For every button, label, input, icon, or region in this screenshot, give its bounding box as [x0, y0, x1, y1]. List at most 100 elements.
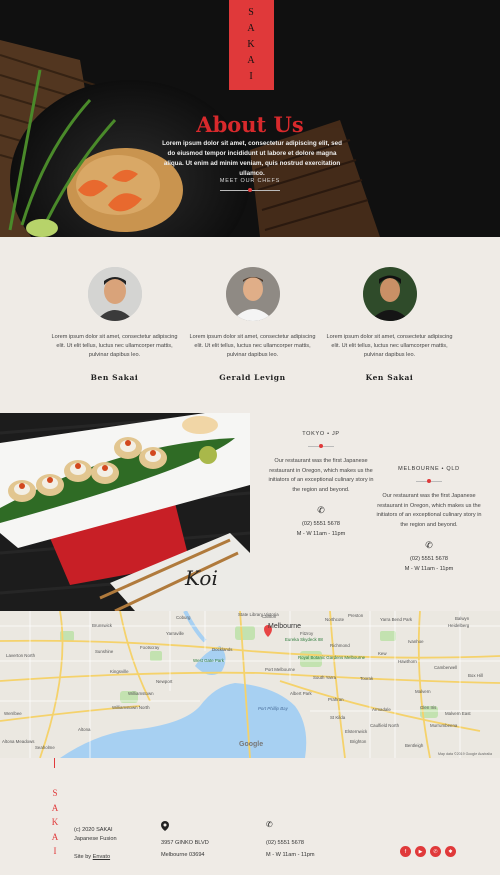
map-label: Malvern — [415, 689, 431, 694]
location-description: Our restaurant was the first Japanese re… — [376, 493, 482, 528]
google-logo: Google — [239, 741, 264, 748]
map-label: Richmond — [330, 643, 350, 648]
location-description: Our restaurant was the first Japanese re… — [268, 458, 374, 493]
map-label: Footscray — [140, 645, 160, 650]
footer-tagline: Japanese Fusion — [74, 836, 117, 842]
chef-bio: Lorem ipsum dolor sit amet, consectetur … — [326, 334, 453, 358]
map-label: Malvern East — [445, 711, 471, 716]
map-label: Hawthorn — [398, 659, 417, 664]
map-label: Kingsville — [110, 669, 129, 674]
page-title: About Us — [196, 112, 304, 137]
map-label: Prahran — [328, 697, 344, 702]
map-label: South Yarra — [313, 675, 337, 680]
map-label: Box Hill — [468, 673, 483, 678]
map-label: Elsternwick — [345, 729, 368, 734]
logo-letter: S — [52, 788, 58, 798]
map-label-city: Melbourne — [268, 623, 302, 630]
map-label: Yarra Bend Park — [380, 617, 413, 622]
phone-icon: ✆ — [317, 505, 325, 515]
map-label: Yarraville — [166, 631, 184, 636]
location-card-melbourne: MELBOURNE • QLD Our restaurant was the f… — [374, 466, 484, 572]
chef-name: Gerald Levign — [219, 373, 286, 382]
map-label: Fitzroy — [300, 631, 314, 636]
location-hours: M - W 11am - 11pm — [404, 566, 454, 572]
map-label: Balwyn — [455, 616, 470, 621]
map-label: Caulfield North — [370, 723, 400, 728]
map-label: Glen Iris — [420, 705, 437, 710]
map-label: Albert Park — [290, 691, 312, 696]
map-credit[interactable]: Map data ©2019 Google Australia — [438, 752, 492, 756]
avatar — [226, 267, 280, 321]
location-divider — [266, 443, 376, 451]
map-label: Williamstown North — [112, 705, 150, 710]
location-city: MELBOURNE • QLD — [398, 466, 460, 472]
logo-letter: K — [247, 39, 256, 50]
location-card-tokyo: TOKYO • JP Our restaurant was the first … — [266, 431, 376, 537]
map-label: Brighton — [350, 739, 367, 744]
footer-address: 3957 GINKO BLVD Melbourne 03694 — [161, 839, 209, 860]
location-phone[interactable]: (02) 5551 5678 — [374, 556, 484, 562]
map-label: Laverton North — [6, 653, 36, 658]
map-label: Heidelberg — [448, 623, 470, 628]
chef-name: Ken Sakai — [365, 373, 414, 382]
location-map[interactable]: Brunswick Coburg Ivanhoe Heidelberg Kew … — [0, 611, 500, 758]
footer-accent-line — [54, 758, 55, 768]
location-pin-icon — [161, 821, 169, 833]
map-label: St Kilda — [330, 715, 346, 720]
phone-icon: ✆ — [425, 540, 433, 550]
location-city: TOKYO • JP — [302, 431, 340, 437]
map-label: Altona Meadows — [2, 739, 35, 744]
map-label: Seaholme — [35, 745, 55, 750]
site-by-prefix: Site by — [74, 854, 93, 860]
footer-phone[interactable]: (02) 5551 5678 — [266, 839, 315, 848]
map-label: Camberwell — [434, 665, 458, 670]
logo-letter: A — [51, 831, 59, 842]
youtube-icon[interactable]: ▶ — [415, 846, 426, 857]
logo-letter: I — [53, 846, 57, 856]
envato-link[interactable]: Envato — [93, 854, 110, 860]
map-label: Port Melbourne — [265, 667, 296, 672]
map-label: Northcote — [325, 617, 345, 622]
map-label: Sunshine — [95, 649, 114, 654]
map-label: Williamstown — [128, 691, 154, 696]
logo-letter: A — [247, 23, 256, 34]
map-label: West Gate Park — [193, 658, 224, 663]
location-phone[interactable]: (02) 5551 5678 — [266, 521, 376, 527]
map-label: Docklands — [212, 647, 233, 652]
hero-section: S A K A I About Us Lorem ipsum dolor sit… — [0, 0, 500, 237]
chef-name: Ben Sakai — [90, 373, 139, 382]
footer-credit: Site by Envato — [74, 853, 117, 862]
map-label: Preston — [348, 613, 364, 618]
locations-section: Koi TOKYO • JP Our restaurant was the fi… — [0, 413, 500, 611]
footer-copyright: (c) 2020 SAKAI — [74, 827, 113, 833]
map-label: Port Phillip Bay — [258, 706, 288, 711]
sushi-photo: Koi — [0, 413, 250, 611]
footer-logo[interactable]: S A K A I — [50, 786, 60, 859]
footer-info: (c) 2020 SAKAI Japanese Fusion Site by E… — [74, 826, 117, 862]
map-label: Eureka Skydeck 88 — [285, 637, 323, 642]
map-label: Royal Botanic Gardens Melbourne — [298, 655, 366, 660]
avatar — [363, 267, 417, 321]
cta-divider-dot — [248, 188, 252, 192]
map-label: State Library Victoria — [238, 612, 279, 617]
facebook-icon[interactable]: f — [400, 846, 411, 857]
map-canvas[interactable] — [0, 611, 500, 758]
map-label: Werribee — [4, 711, 22, 716]
map-label: Bentleigh — [405, 743, 424, 748]
chef-bio: Lorem ipsum dolor sit amet, consectetur … — [189, 334, 316, 358]
brand-logo[interactable]: S A K A I — [229, 0, 274, 90]
yelp-icon[interactable]: ✱ — [445, 846, 456, 857]
site-footer: S A K A I (c) 2020 SAKAI Japanese Fusion… — [0, 758, 500, 875]
hero-intro-text: Lorem ipsum dolor sit amet, consectetur … — [162, 140, 342, 177]
footer-contact: (02) 5551 5678 M - W 11am - 11pm — [266, 839, 315, 860]
phone-icon: ✆ — [266, 820, 273, 829]
map-label: Newport — [156, 679, 173, 684]
whatsapp-icon[interactable]: ✆ — [430, 846, 441, 857]
avatar — [88, 267, 142, 321]
map-label: Toorak — [360, 676, 374, 681]
map-label: Coburg — [176, 615, 191, 620]
logo-letter: K — [51, 817, 59, 827]
meet-our-chefs-link[interactable]: MEET OUR CHEFS — [210, 178, 290, 184]
map-label: Kew — [378, 651, 387, 656]
map-label: Altona — [78, 727, 91, 732]
